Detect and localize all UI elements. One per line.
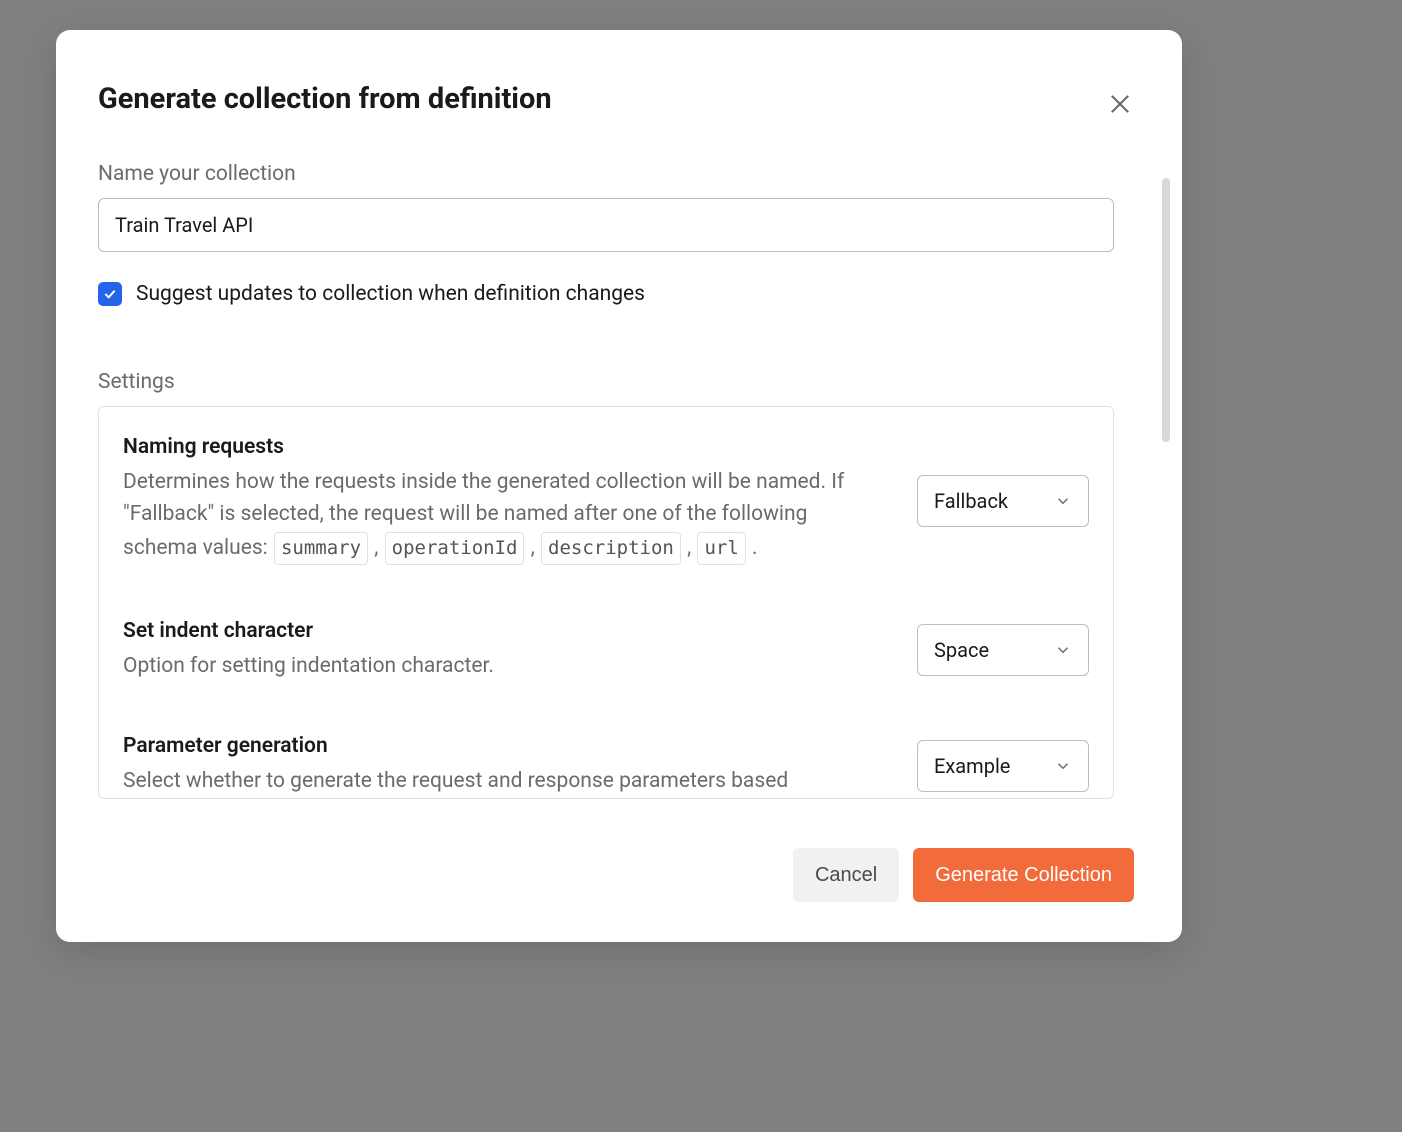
cancel-button[interactable]: Cancel <box>793 848 899 902</box>
setting-desc: Select whether to generate the request a… <box>123 766 873 798</box>
parameter-generation-select[interactable]: Example <box>917 740 1089 792</box>
chevron-down-icon <box>1054 757 1072 775</box>
setting-naming-requests: Naming requests Determines how the reque… <box>123 435 1089 567</box>
code-token: url <box>697 532 745 565</box>
generate-collection-modal: Generate collection from definition Name… <box>56 30 1182 942</box>
suggest-updates-row: Suggest updates to collection when defin… <box>98 282 1140 306</box>
settings-panel: Naming requests Determines how the reque… <box>98 406 1114 799</box>
collection-name-input[interactable] <box>98 198 1114 252</box>
setting-title: Parameter generation <box>123 734 873 758</box>
generate-collection-button[interactable]: Generate Collection <box>913 848 1134 902</box>
setting-desc: Option for setting indentation character… <box>123 651 873 683</box>
chevron-down-icon <box>1054 641 1072 659</box>
modal-header: Generate collection from definition <box>56 30 1182 118</box>
suggest-updates-label: Suggest updates to collection when defin… <box>136 282 645 306</box>
settings-heading: Settings <box>98 370 1140 394</box>
modal-title: Generate collection from definition <box>98 82 552 116</box>
select-value: Example <box>934 754 1010 778</box>
select-value: Fallback <box>934 489 1008 513</box>
setting-parameter-generation: Parameter generation Select whether to g… <box>123 734 1089 798</box>
close-icon[interactable] <box>1106 90 1134 118</box>
naming-requests-select[interactable]: Fallback <box>917 475 1089 527</box>
code-token: summary <box>274 532 368 565</box>
code-token: operationId <box>385 532 525 565</box>
indent-character-select[interactable]: Space <box>917 624 1089 676</box>
scrollbar-thumb[interactable] <box>1162 178 1170 442</box>
name-field-label: Name your collection <box>98 162 1140 186</box>
code-token: description <box>541 532 681 565</box>
modal-footer: Cancel Generate Collection <box>56 820 1182 942</box>
select-value: Space <box>934 638 989 662</box>
setting-indent-character: Set indent character Option for setting … <box>123 619 1089 683</box>
suggest-updates-checkbox[interactable] <box>98 282 122 306</box>
setting-title: Naming requests <box>123 435 873 459</box>
modal-body: Name your collection Suggest updates to … <box>56 118 1182 820</box>
setting-title: Set indent character <box>123 619 873 643</box>
setting-desc: Determines how the requests inside the g… <box>123 467 873 567</box>
chevron-down-icon <box>1054 492 1072 510</box>
